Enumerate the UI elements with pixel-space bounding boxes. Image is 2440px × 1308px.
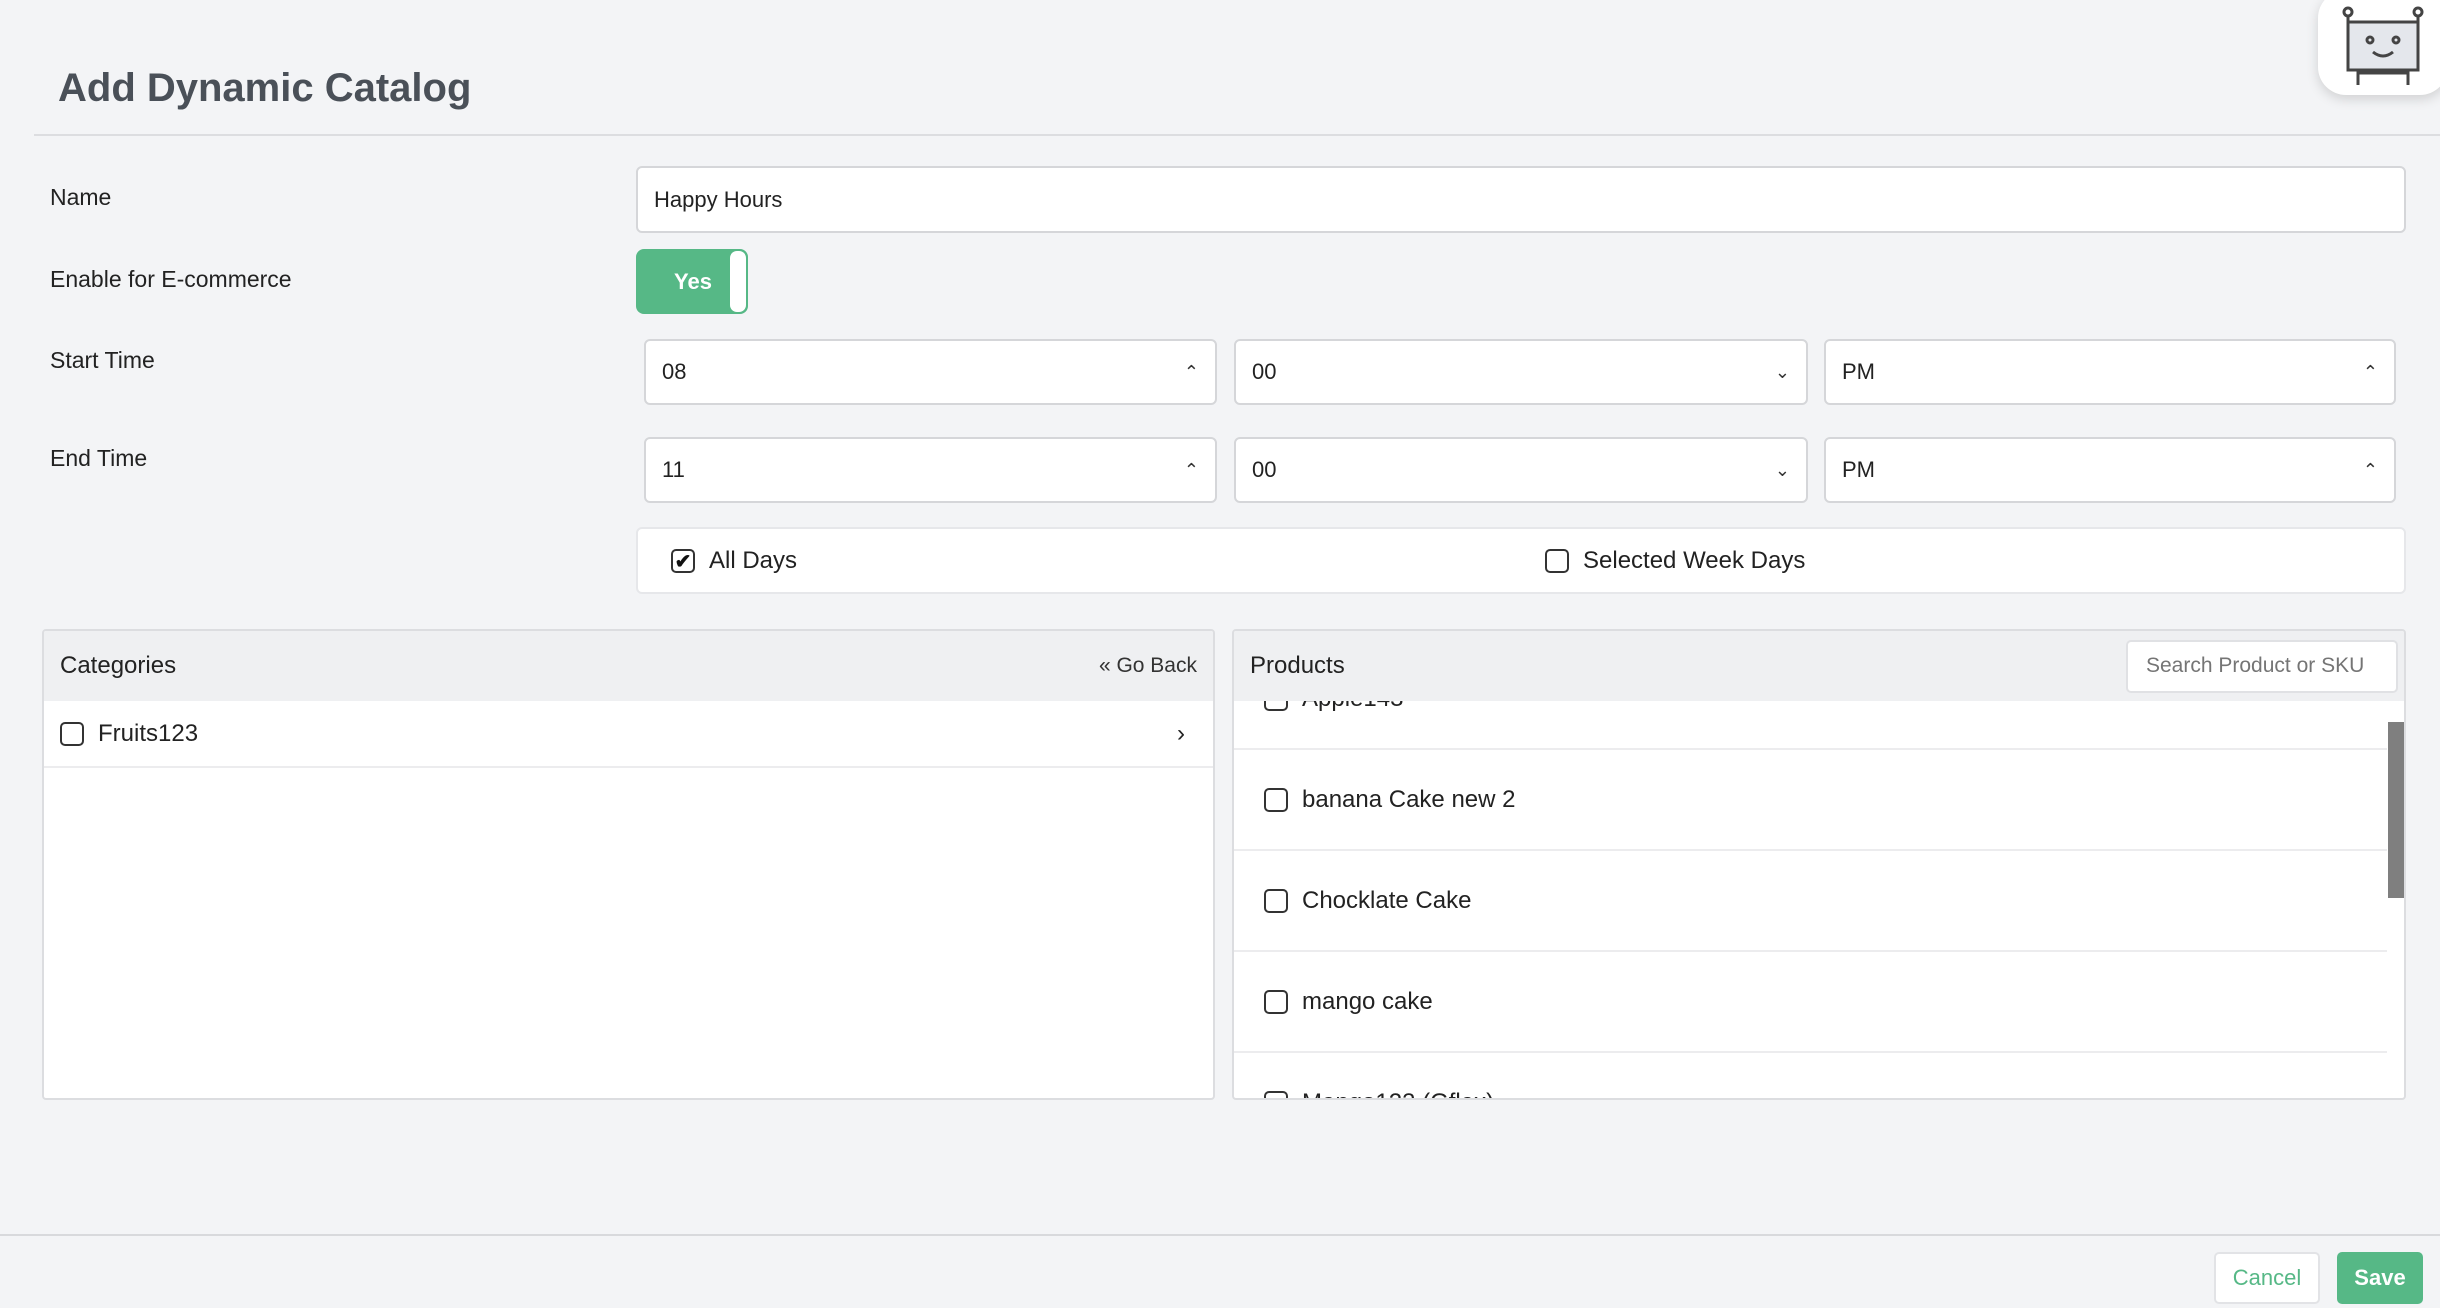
product-checkbox[interactable] (1264, 1090, 1288, 1098)
products-header: Products (1234, 631, 2404, 701)
end-hour-value: 11 (662, 457, 685, 482)
chevron-down-icon: ⌄ (1774, 459, 1790, 480)
product-list[interactable]: Apple143 banana Cake new 2 Chocklate Cak… (1234, 701, 2404, 1098)
go-back-link[interactable]: « Go Back (1099, 654, 1197, 678)
end-period-select[interactable]: PM ⌃ (1824, 437, 2396, 503)
ecommerce-toggle[interactable]: Yes (636, 249, 748, 314)
product-row[interactable]: Mango123 (Gflex) (1234, 1053, 2387, 1098)
start-period-value: PM (1842, 359, 1875, 384)
product-row[interactable]: Apple143 (1234, 701, 2387, 750)
chevron-up-icon: ⌃ (2362, 361, 2378, 382)
toggle-knob (730, 251, 746, 312)
selected-week-days-option[interactable]: Selected Week Days (1545, 547, 1805, 575)
title-divider (34, 134, 2440, 136)
start-time-label: Start Time (50, 347, 155, 373)
scrollbar-thumb[interactable] (2388, 722, 2404, 898)
categories-title: Categories (60, 652, 177, 679)
selected-week-days-checkbox[interactable] (1545, 549, 1569, 573)
product-search-input[interactable] (2126, 639, 2398, 693)
categories-header: Categories « Go Back (44, 631, 1213, 701)
end-hour-select[interactable]: 11 ⌃ (644, 437, 1217, 503)
cancel-button[interactable]: Cancel (2214, 1252, 2320, 1304)
name-label: Name (50, 184, 112, 210)
start-period-select[interactable]: PM ⌃ (1824, 339, 2396, 405)
chevron-down-icon: ⌄ (1774, 361, 1790, 382)
product-label: Mango123 (Gflex) (1302, 1089, 1494, 1099)
category-row[interactable]: Fruits123 › (44, 701, 1213, 768)
end-time-label: End Time (50, 445, 148, 471)
product-checkbox[interactable] (1264, 989, 1288, 1014)
name-value: Happy Hours (654, 186, 783, 212)
category-checkbox[interactable] (60, 721, 84, 746)
ecommerce-label: Enable for E-commerce (50, 266, 292, 292)
robot-assistant-button[interactable] (2318, 0, 2440, 95)
category-label: Fruits123 (98, 719, 199, 747)
footer-divider (0, 1234, 2440, 1236)
save-button[interactable]: Save (2337, 1252, 2423, 1304)
chevron-up-icon: ⌃ (1183, 361, 1199, 382)
categories-panel: Categories « Go Back Fruits123 › (42, 629, 1215, 1100)
product-label: banana Cake new 2 (1302, 785, 1516, 813)
product-checkbox[interactable] (1264, 701, 1288, 711)
chevron-right-icon[interactable]: › (1177, 720, 1185, 748)
product-row[interactable]: mango cake (1234, 952, 2387, 1053)
all-days-option[interactable]: ✔ All Days (671, 547, 797, 575)
robot-icon (2342, 6, 2424, 85)
product-label: Apple143 (1302, 701, 1403, 713)
product-checkbox[interactable] (1264, 888, 1288, 913)
product-row[interactable]: Chocklate Cake (1234, 851, 2387, 952)
page-title: Add Dynamic Catalog (58, 66, 472, 110)
all-days-label: All Days (709, 547, 798, 574)
end-minute-value: 00 (1252, 457, 1277, 482)
end-minute-select[interactable]: 00 ⌄ (1234, 437, 1808, 503)
selected-week-days-label: Selected Week Days (1583, 547, 1806, 574)
chevron-up-icon: ⌃ (2362, 459, 2378, 480)
start-hour-value: 08 (662, 359, 687, 384)
all-days-checkbox[interactable]: ✔ (671, 549, 695, 573)
product-label: Chocklate Cake (1302, 886, 1472, 914)
product-row[interactable]: banana Cake new 2 (1234, 750, 2387, 851)
product-label: mango cake (1302, 987, 1433, 1015)
name-input[interactable]: Happy Hours (636, 166, 2406, 233)
end-period-value: PM (1842, 457, 1875, 482)
products-panel: Products Apple143 banana Cake new 2 Choc… (1232, 629, 2406, 1100)
products-title: Products (1250, 652, 1345, 679)
start-minute-select[interactable]: 00 ⌄ (1234, 339, 1808, 405)
chevron-up-icon: ⌃ (1183, 459, 1199, 480)
toggle-label: Yes (674, 269, 712, 294)
days-selector: ✔ All Days Selected Week Days (636, 527, 2406, 594)
start-minute-value: 00 (1252, 359, 1277, 384)
start-hour-select[interactable]: 08 ⌃ (644, 339, 1217, 405)
product-checkbox[interactable] (1264, 787, 1288, 812)
